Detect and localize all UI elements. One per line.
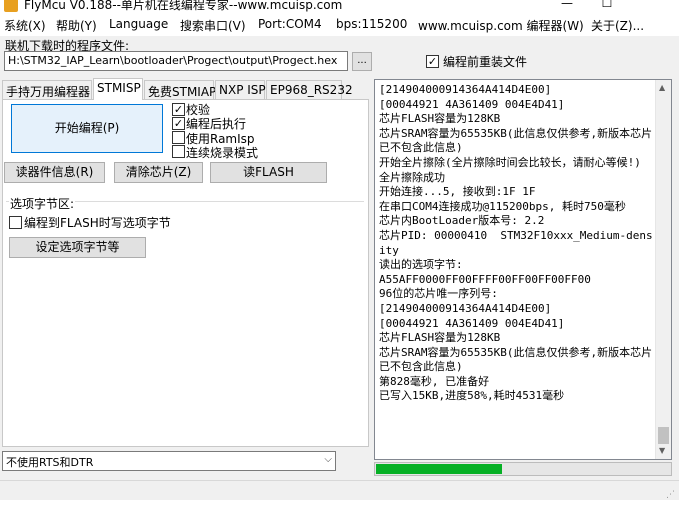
- menu-bps[interactable]: bps:115200: [336, 17, 407, 31]
- app-window: FlyMcu V0.188--单片机在线编程专家--www.mcuisp.com…: [0, 0, 679, 506]
- title-bar: FlyMcu V0.188--单片机在线编程专家--www.mcuisp.com…: [0, 0, 679, 14]
- log-line: A55AFF0000FF00FFFF00FF00FF00FF00: [379, 272, 591, 286]
- verify-checkbox[interactable]: ✓: [172, 103, 185, 116]
- menu-bar: 系统(X) 帮助(Y) Language 搜索串口(V) Port:COM4 b…: [0, 14, 679, 36]
- continuous-mode-checkbox[interactable]: [172, 145, 185, 158]
- log-line: 芯片FLASH容量为128KB: [379, 112, 501, 126]
- progress-bar: [374, 462, 672, 476]
- reload-label: 编程前重装文件: [443, 55, 528, 69]
- read-info-button[interactable]: 读器件信息(R): [4, 162, 105, 183]
- progress-fill: [376, 464, 502, 474]
- log-line: 读出的选项字节:: [379, 258, 463, 272]
- read-flash-button[interactable]: 读FLASH: [210, 162, 327, 183]
- rts-dtr-select[interactable]: 不使用RTS和DTR ⌵: [2, 451, 336, 471]
- app-icon: [4, 0, 18, 12]
- scroll-down-icon[interactable]: ▼: [659, 446, 665, 455]
- log-line: 已写入15KB,进度58%,耗时4531毫秒: [379, 389, 565, 403]
- maximize-button[interactable]: ☐: [600, 0, 614, 10]
- window-title: FlyMcu V0.188--单片机在线编程专家--www.mcuisp.com: [24, 0, 343, 12]
- erase-chip-button[interactable]: 清除芯片(Z): [114, 162, 203, 183]
- log-line: [00044921 4A361409 004E4D41]: [379, 316, 565, 330]
- log-line: [214904000914364A414D4E00]: [379, 83, 552, 96]
- log-text: [214904000914364A414D4E00] [00044921 4A36…: [379, 83, 655, 404]
- tab-handheld[interactable]: 手持万用编程器: [2, 80, 92, 99]
- write-option-bytes-checkbox[interactable]: [9, 216, 22, 229]
- log-line: 芯片SRAM容量为65535KB(此信息仅供参考,新版本芯片已不包含此信息): [379, 345, 653, 374]
- log-line: [214904000914364A414D4E00]: [379, 301, 552, 315]
- tab-ep968[interactable]: EP968_RS232: [266, 80, 353, 99]
- menu-programmer[interactable]: www.mcuisp.com 编程器(W): [418, 17, 584, 34]
- minimize-button[interactable]: —: [560, 0, 574, 10]
- rts-dtr-value: 不使用RTS和DTR: [6, 456, 94, 469]
- log-line: 96位的芯片唯一序列号:: [379, 287, 498, 301]
- file-path-input[interactable]: H:\STM32_IAP_Learn\bootloader\Progect\ou…: [4, 51, 348, 71]
- scroll-up-icon[interactable]: ▲: [659, 83, 665, 92]
- tab-free-stmiap[interactable]: 免费STMIAP: [144, 80, 216, 99]
- log-line: 芯片SRAM容量为65535KB(此信息仅供参考,新版本芯片已不包含此信息): [379, 126, 653, 155]
- log-line: 开始全片擦除(全片擦除时间会比较长，请耐心等候!): [379, 155, 641, 169]
- log-output[interactable]: [214904000914364A414D4E00] [00044921 4A36…: [374, 79, 672, 460]
- log-line: 芯片FLASH容量为128KB: [379, 331, 501, 345]
- log-line: 芯片PID: 00000410 STM32F10xxx_Medium-densi…: [379, 228, 653, 257]
- option-bytes-title: 选项字节区:: [9, 195, 76, 212]
- log-line: 芯片内BootLoader版本号: 2.2: [379, 214, 545, 228]
- log-line: 全片擦除成功: [379, 170, 445, 184]
- log-line: [00044921 4A361409 004E4D41]: [379, 97, 565, 111]
- menu-port[interactable]: Port:COM4: [258, 17, 322, 31]
- resize-grip-icon[interactable]: ⋰: [666, 490, 675, 500]
- menu-help[interactable]: 帮助(Y): [56, 17, 97, 34]
- menu-about[interactable]: 关于(Z)...: [591, 17, 644, 34]
- browse-button[interactable]: ...: [352, 52, 372, 71]
- write-option-bytes-label: 编程到FLASH时写选项字节: [24, 216, 171, 230]
- chevron-down-icon: ⌵: [324, 454, 332, 465]
- set-option-bytes-button[interactable]: 设定选项字节等: [9, 237, 146, 258]
- menu-system[interactable]: 系统(X): [4, 17, 46, 34]
- log-line: 在串口COM4连接成功@115200bps, 耗时750毫秒: [379, 199, 626, 213]
- start-programming-button[interactable]: 开始编程(P): [11, 104, 163, 153]
- tab-stmisp[interactable]: STMISP: [93, 78, 143, 100]
- continuous-mode-label: 连续烧录模式: [186, 146, 259, 160]
- reload-checkbox[interactable]: ✓: [426, 55, 439, 68]
- run-after-program-checkbox[interactable]: ✓: [172, 117, 185, 130]
- log-scrollbar[interactable]: ▲ ▼: [655, 80, 671, 459]
- scroll-thumb[interactable]: [658, 427, 669, 444]
- log-line: 第828毫秒, 已准备好: [379, 374, 490, 388]
- tab-nxp-isp[interactable]: NXP ISP: [215, 80, 266, 99]
- window-bottom-edge: [0, 500, 679, 506]
- use-ramisp-checkbox[interactable]: [172, 131, 185, 144]
- log-line: 开始连接...5, 接收到:1F 1F: [379, 185, 536, 199]
- menu-search-port[interactable]: 搜索串口(V): [180, 17, 246, 34]
- menu-language[interactable]: Language: [109, 17, 168, 31]
